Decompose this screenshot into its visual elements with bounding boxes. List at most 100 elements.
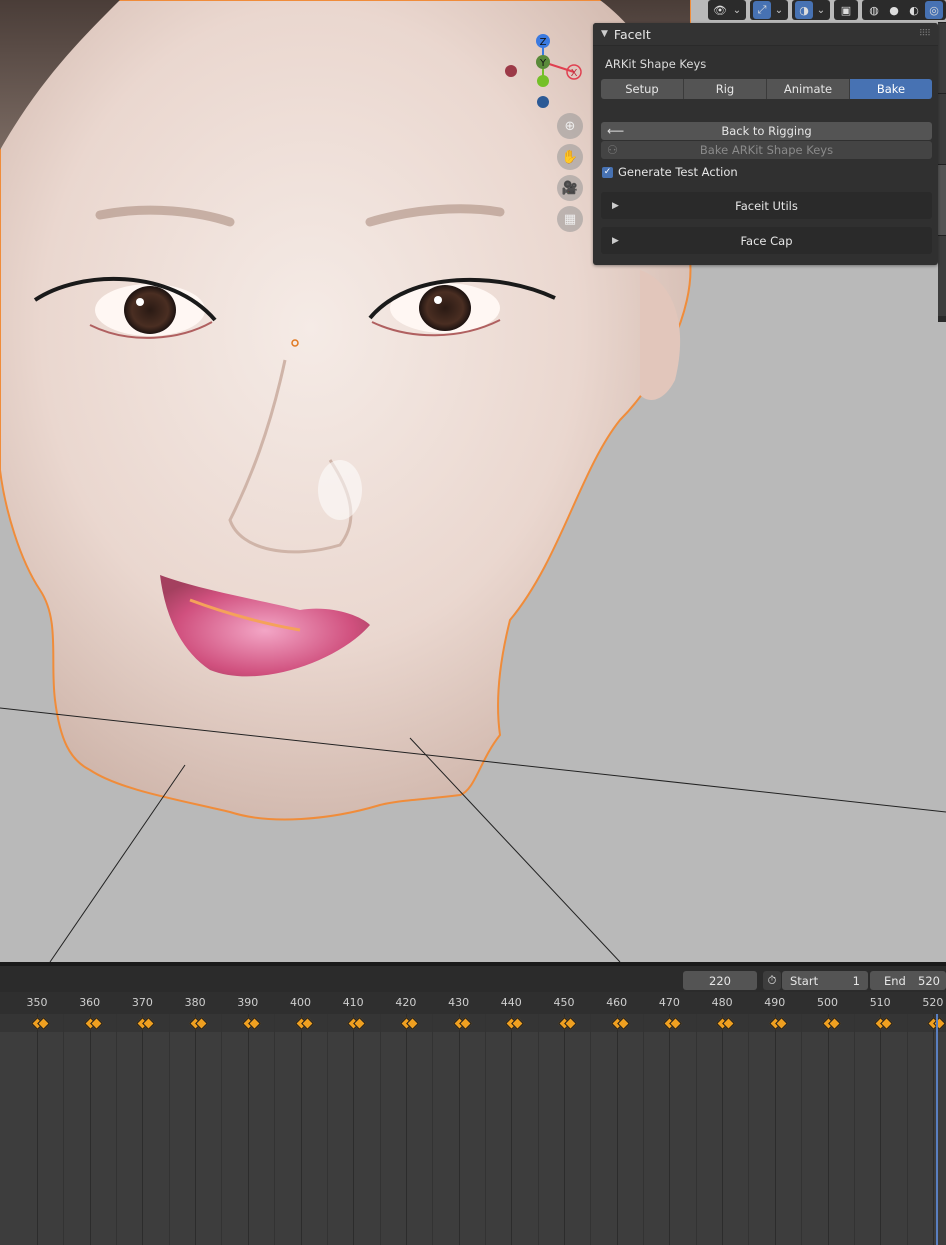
sidebar-tab[interactable]	[938, 22, 946, 93]
subpanel-label: Face Cap	[740, 233, 793, 248]
face-outline	[0, 0, 692, 821]
frame-tick-label: 520	[922, 996, 944, 1009]
frame-tick-label: 380	[184, 996, 206, 1009]
navigation-gizmo[interactable]: Z Y X	[502, 32, 592, 112]
panel-header[interactable]: ▼ FaceIt ⠿⠿	[593, 23, 938, 46]
tab-rig[interactable]: Rig	[684, 79, 767, 99]
wireframe-icon[interactable]: ◍	[865, 1, 883, 19]
sidebar-tab[interactable]	[938, 235, 946, 316]
overlay-group: ◑ ⌄	[792, 0, 830, 20]
gridline	[405, 1014, 407, 1245]
material-icon[interactable]: ◐	[905, 1, 923, 19]
gridline	[695, 1014, 697, 1245]
gridline	[195, 1014, 197, 1245]
gridline	[932, 1014, 934, 1245]
collapse-triangle-icon[interactable]: ▼	[601, 29, 608, 39]
gridline	[906, 1014, 908, 1245]
gridline	[748, 1014, 750, 1245]
current-frame-value: 220	[709, 973, 731, 988]
face-cap-subpanel[interactable]: ▶ Face Cap	[601, 227, 932, 254]
section-label: ARKit Shape Keys	[605, 57, 707, 71]
playhead[interactable]	[936, 1014, 938, 1245]
zoom-icon[interactable]: ⊕	[557, 113, 583, 139]
faceit-utils-subpanel[interactable]: ▶ Faceit Utils	[601, 192, 932, 219]
back-to-rigging-button[interactable]: ⟵ Back to Rigging	[601, 122, 932, 140]
expand-triangle-icon: ▶	[612, 235, 619, 246]
back-to-rigging-label: Back to Rigging	[721, 124, 812, 138]
camera-icon[interactable]: 🎥	[557, 175, 583, 201]
stopwatch-icon[interactable]: ⏱	[763, 971, 781, 990]
gridline	[168, 1014, 170, 1245]
sidebar-tab-faceit[interactable]	[938, 164, 946, 235]
frame-tick-label: 370	[131, 996, 153, 1009]
drag-grip-icon[interactable]: ⠿⠿	[919, 29, 931, 39]
solid-icon[interactable]: ●	[885, 1, 903, 19]
gridline	[89, 1014, 91, 1245]
gridline	[221, 1014, 223, 1245]
frame-tick-label: 500	[817, 996, 838, 1009]
gridline	[511, 1014, 513, 1245]
overlay-icon[interactable]: ◑	[795, 1, 813, 19]
chevron-down-icon[interactable]: ⌄	[815, 5, 827, 16]
sidebar-tabs	[938, 22, 946, 322]
start-frame-field[interactable]: Start 1	[782, 971, 868, 990]
frame-tick-label: 400	[290, 996, 311, 1009]
eye-icon[interactable]: 👁	[711, 1, 729, 19]
gridline	[590, 1014, 592, 1245]
gizmo-icon[interactable]: ⤢	[753, 1, 771, 19]
frame-tick-label: 360	[79, 996, 101, 1009]
frame-tick-label: 510	[869, 996, 891, 1009]
current-frame-field[interactable]: 220	[683, 971, 757, 990]
expand-triangle-icon: ▶	[612, 200, 619, 211]
sidebar-tab[interactable]	[938, 93, 946, 164]
frame-tick-label: 410	[342, 996, 364, 1009]
gridline	[801, 1014, 803, 1245]
gridline	[564, 1014, 565, 1245]
chevron-down-icon[interactable]: ⌄	[731, 5, 743, 16]
gridline	[880, 1014, 882, 1245]
start-value: 1	[852, 973, 860, 988]
timeline-header: 220 ⏱ Start 1 End 520	[0, 962, 946, 992]
visibility-group: 👁 ⌄	[708, 0, 746, 20]
gridline	[616, 1014, 618, 1245]
chevron-down-icon[interactable]: ⌄	[773, 5, 785, 16]
frame-tick-label: 420	[395, 996, 417, 1009]
hand-icon[interactable]: ✋	[557, 144, 583, 170]
xray-icon[interactable]: ▣	[837, 1, 855, 19]
workflow-tabs: Setup Rig Animate Bake	[601, 79, 932, 99]
gridline	[116, 1014, 118, 1245]
bake-arkit-shape-keys-button[interactable]: ⚇ Bake ARKit Shape Keys	[601, 141, 932, 159]
axis-neg-z	[537, 96, 549, 108]
frame-tick-label: 350	[26, 996, 48, 1009]
user-icon: ⚇	[607, 143, 618, 157]
frame-tick-label: 390	[237, 996, 259, 1009]
generate-test-action-checkbox[interactable]: ✓ Generate Test Action	[602, 165, 738, 179]
frame-tick-label: 450	[553, 996, 575, 1009]
bake-label: Bake ARKit Shape Keys	[699, 143, 834, 157]
end-label: End	[884, 973, 906, 988]
grid-icon[interactable]: ▦	[557, 206, 583, 232]
checkmark-icon[interactable]: ✓	[602, 166, 613, 178]
tab-setup[interactable]: Setup	[601, 79, 684, 99]
start-label: Start	[790, 973, 819, 988]
back-arrow-icon: ⟵	[607, 124, 625, 138]
end-frame-field[interactable]: End 520	[870, 971, 946, 990]
gizmo-group: ⤢ ⌄	[750, 0, 788, 20]
gridline	[37, 1014, 38, 1245]
frame-ruler[interactable]: 350 360 370 380 390 400 410 420 430 440 450 460 470 4…	[0, 992, 946, 1014]
frame-tick-label: 460	[606, 996, 628, 1009]
gridline	[300, 1014, 302, 1245]
subpanel-label: Faceit Utils	[735, 198, 798, 213]
gridline	[379, 1014, 381, 1245]
rendered-icon[interactable]: ◎	[925, 1, 943, 19]
tab-animate[interactable]: Animate	[767, 79, 850, 99]
frame-tick-label: 470	[658, 996, 680, 1009]
gridline	[827, 1014, 829, 1245]
tab-bake[interactable]: Bake	[850, 79, 932, 99]
gridline	[853, 1014, 855, 1245]
frame-tick-label: 440	[500, 996, 522, 1009]
gridline	[326, 1014, 328, 1245]
axis-y-neg	[537, 75, 549, 87]
svg-text:X: X	[571, 68, 578, 79]
frame-tick-label: 480	[711, 996, 733, 1009]
